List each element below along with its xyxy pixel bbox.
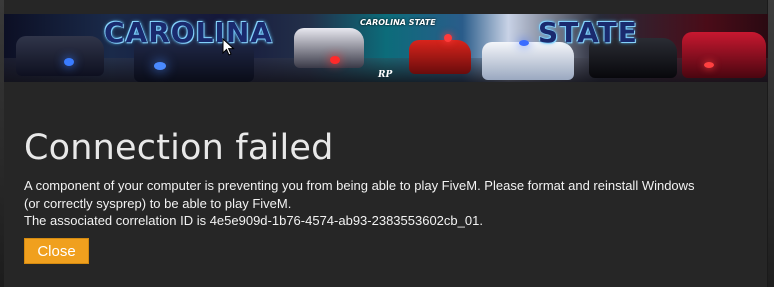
banner-car bbox=[294, 28, 364, 68]
banner-light bbox=[444, 34, 452, 42]
banner-caption: CAROLINA STATE bbox=[360, 18, 436, 27]
mouse-cursor-icon bbox=[222, 38, 235, 56]
banner-light bbox=[330, 56, 340, 64]
banner-title-right: STATE bbox=[538, 16, 638, 49]
correlation-id-line: The associated correlation ID is 4e5e909… bbox=[24, 213, 483, 228]
banner-rp-caption: RP bbox=[378, 70, 393, 80]
banner-title-left: CAROLINA bbox=[104, 16, 273, 49]
banner-light bbox=[154, 62, 166, 70]
server-banner-image: CAROLINA STATE CAROLINA STATE RP bbox=[4, 14, 768, 82]
banner-car bbox=[682, 32, 766, 78]
close-button[interactable]: Close bbox=[24, 238, 89, 264]
message-line: A component of your computer is preventi… bbox=[24, 178, 695, 193]
banner-car bbox=[409, 40, 471, 74]
message-line: (or correctly sysprep) to be able to pla… bbox=[24, 195, 292, 211]
banner-light bbox=[704, 62, 714, 68]
dialog-message: A component of your computer is preventi… bbox=[24, 177, 764, 230]
banner-car bbox=[16, 36, 104, 76]
banner-light bbox=[64, 58, 74, 66]
banner-light bbox=[519, 40, 529, 46]
dialog-title: Connection failed bbox=[24, 128, 334, 168]
